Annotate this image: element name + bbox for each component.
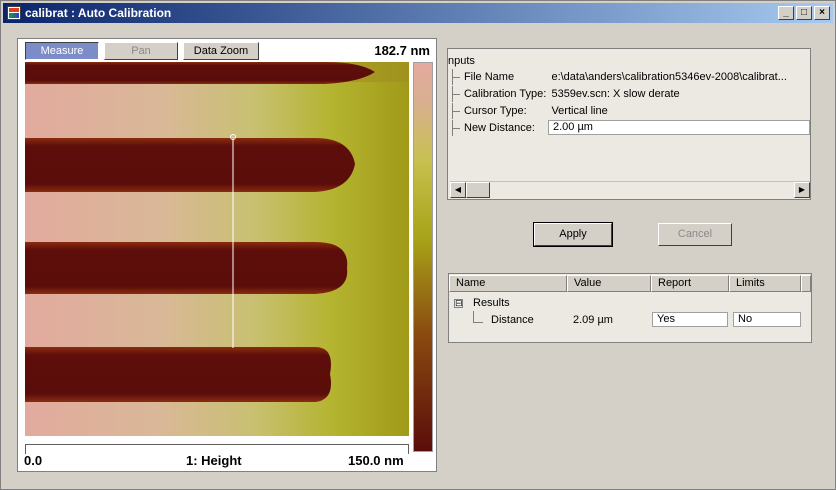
z-color-scale (413, 62, 433, 452)
height-image[interactable] (25, 62, 409, 436)
cancel-button[interactable]: Cancel (658, 223, 732, 246)
apply-button[interactable]: Apply (533, 222, 613, 247)
results-group-row[interactable]: ⊟ Results (454, 297, 510, 309)
property-name: Cursor Type: (463, 105, 527, 117)
bar-2 (25, 138, 355, 192)
title-bar[interactable]: calibrat : Auto Calibration _ □ × (3, 3, 833, 23)
measure-button[interactable]: Measure (25, 42, 99, 60)
minimize-button[interactable]: _ (778, 6, 794, 20)
scroll-left-arrow-icon[interactable]: ◀ (450, 182, 466, 198)
property-value: Vertical line (551, 105, 608, 117)
horizontal-scrollbar[interactable]: ◀ ▶ (450, 181, 810, 198)
result-value: 2.09 µm (573, 314, 613, 326)
bar-4 (25, 347, 331, 402)
image-view-panel: Measure Pan Data Zoom 182.7 nm 0.0 1: He… (17, 38, 437, 472)
collapse-icon[interactable]: ⊟ (454, 298, 463, 308)
property-row-cursor-type[interactable]: Cursor Type: Vertical line (450, 103, 810, 119)
close-button[interactable]: × (814, 6, 830, 20)
pan-button[interactable]: Pan (104, 42, 178, 60)
result-name: Distance (491, 314, 534, 326)
property-value: 5359ev.scn: X slow derate (551, 88, 680, 100)
report-select[interactable]: Yes (652, 312, 728, 327)
column-header-name[interactable]: Name (449, 275, 567, 292)
new-distance-input[interactable]: 2.00 µm (548, 120, 810, 135)
maximize-button[interactable]: □ (796, 6, 812, 20)
column-header-filler (801, 275, 811, 292)
scroll-right-arrow-icon[interactable]: ▶ (794, 182, 810, 198)
column-header-limits[interactable]: Limits (729, 275, 801, 292)
height-image-svg[interactable] (25, 62, 409, 436)
results-group-label: Results (473, 297, 510, 309)
x-axis-max-label: 150.0 nm (348, 453, 404, 468)
property-row-calibration-type[interactable]: Calibration Type: 5359ev.scn: X slow der… (450, 86, 810, 102)
inputs-property-grid[interactable]: nputs File Name e:\data\anders\calibrati… (447, 48, 811, 200)
property-name: New Distance: (464, 122, 535, 134)
results-row-distance[interactable]: Distance (473, 311, 534, 328)
property-name: File Name (463, 71, 515, 83)
property-row-file-name[interactable]: File Name e:\data\anders\calibration5346… (450, 69, 810, 85)
window-title: calibrat : Auto Calibration (25, 6, 172, 20)
tree-connector (473, 311, 483, 323)
z-scale-max-label: 182.7 nm (374, 43, 430, 58)
results-grid[interactable]: Name Value Report Limits ⊟ Results Dista… (448, 273, 812, 343)
column-header-value[interactable]: Value (567, 275, 651, 292)
property-name: Calibration Type: (463, 88, 547, 100)
bar-3 (25, 242, 348, 294)
auto-calibration-window: calibrat : Auto Calibration _ □ × Measur… (0, 0, 836, 490)
scroll-thumb[interactable] (466, 182, 490, 198)
limits-select[interactable]: No (733, 312, 801, 327)
property-value: e:\data\anders\calibration5346ev-2008\ca… (551, 71, 787, 83)
x-axis-min-label: 0.0 (24, 453, 43, 468)
inputs-group-title: nputs (448, 55, 475, 67)
bar-1 (25, 62, 375, 84)
app-icon (7, 6, 21, 20)
column-header-report[interactable]: Report (651, 275, 729, 292)
property-row-new-distance: New Distance: 2.00 µm (450, 120, 810, 136)
data-zoom-button[interactable]: Data Zoom (183, 42, 259, 60)
results-header: Name Value Report Limits (449, 274, 811, 292)
channel-label: 1: Height (186, 453, 242, 468)
